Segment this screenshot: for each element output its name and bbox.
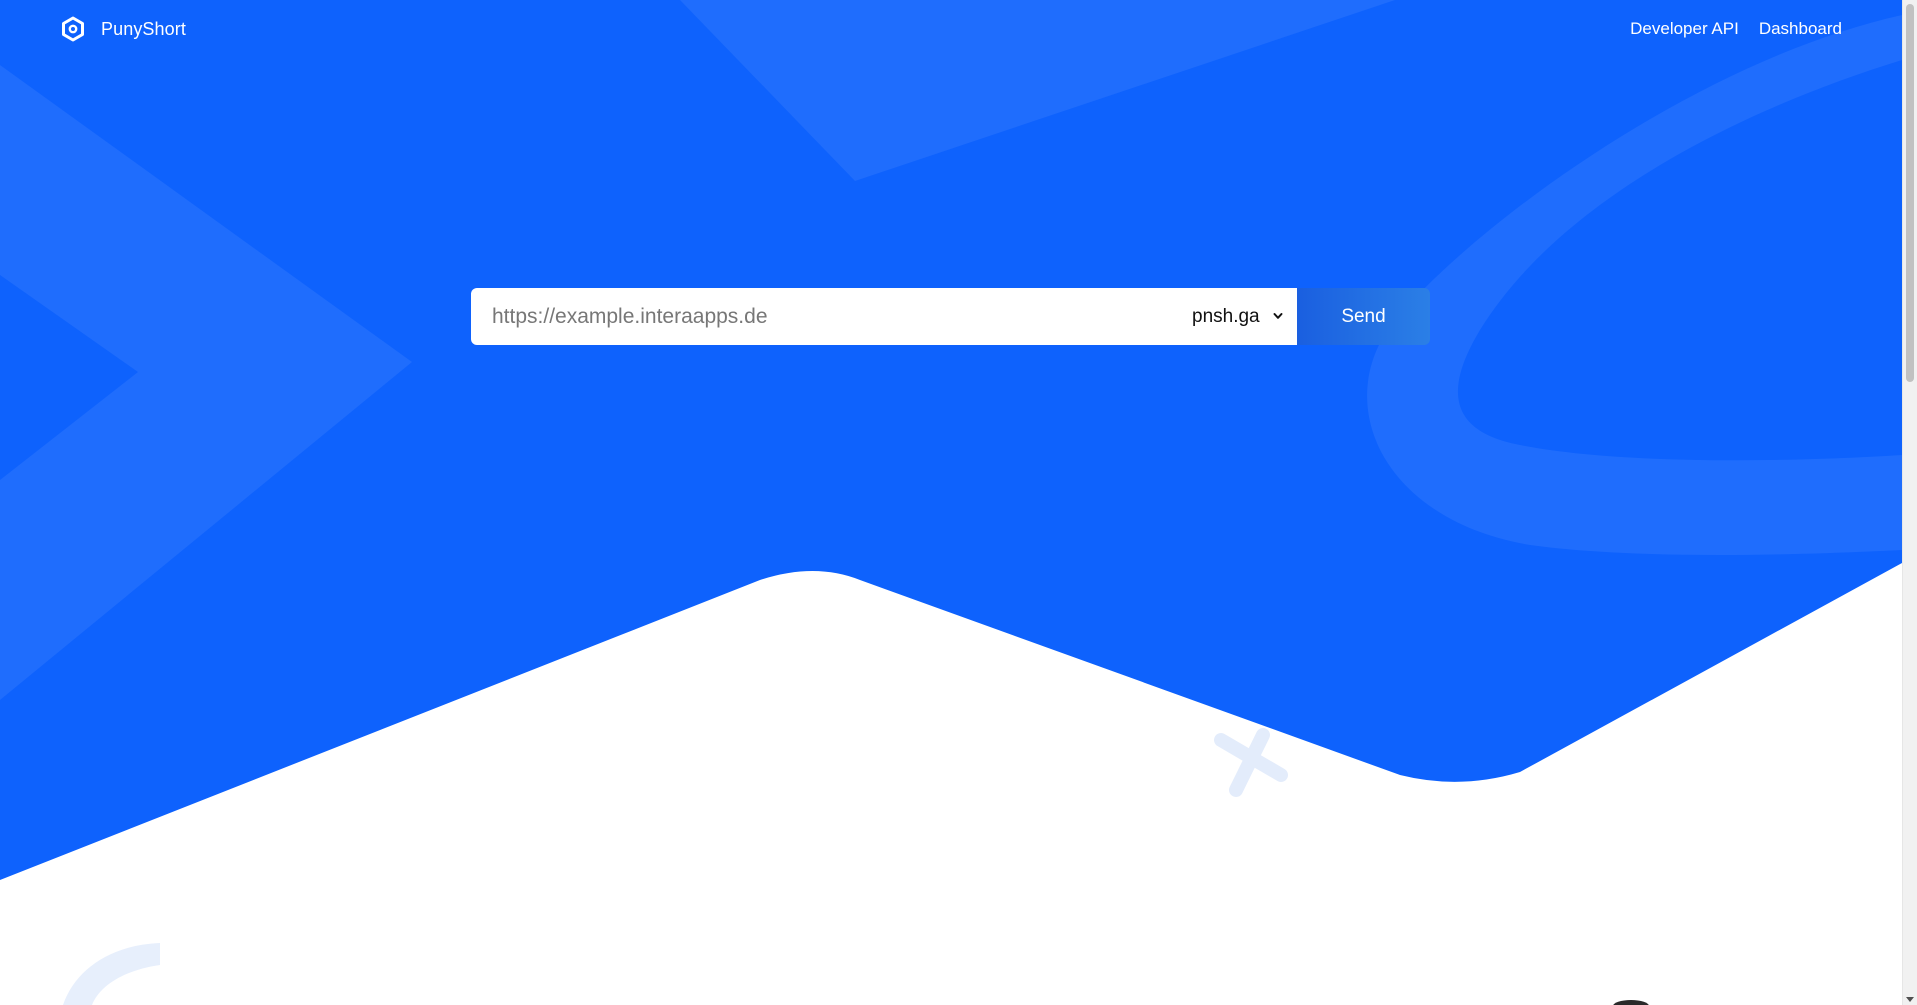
hexagon-logo-icon	[62, 16, 84, 42]
shorten-form: pnsh.ga Send	[471, 288, 1430, 345]
page-scrollbar[interactable]	[1902, 0, 1917, 1005]
top-navbar: PunyShort Developer API Dashboard	[0, 0, 1902, 62]
chevron-down-icon	[1273, 313, 1283, 319]
decor-x-mark	[1214, 728, 1288, 797]
brand-link[interactable]: PunyShort	[60, 16, 186, 42]
domain-select-value: pnsh.ga	[1192, 305, 1260, 327]
nav-link-dashboard[interactable]: Dashboard	[1759, 19, 1842, 39]
page: PunyShort Developer API Dashboard pnsh.g…	[0, 0, 1917, 1005]
send-button[interactable]: Send	[1297, 288, 1430, 345]
decor-bottom-ring	[63, 943, 160, 1005]
hero-background	[0, 0, 1902, 1005]
brand-name: PunyShort	[101, 18, 186, 39]
nav-links: Developer API Dashboard	[1630, 19, 1842, 39]
scrollbar-thumb[interactable]	[1906, 4, 1914, 382]
scroll-down-arrow-icon[interactable]	[1906, 997, 1914, 1002]
decor-dark-blob	[1613, 1000, 1649, 1005]
nav-link-developer-api[interactable]: Developer API	[1630, 19, 1739, 39]
domain-select[interactable]: pnsh.ga	[1167, 288, 1297, 345]
url-input[interactable]	[471, 288, 1167, 345]
